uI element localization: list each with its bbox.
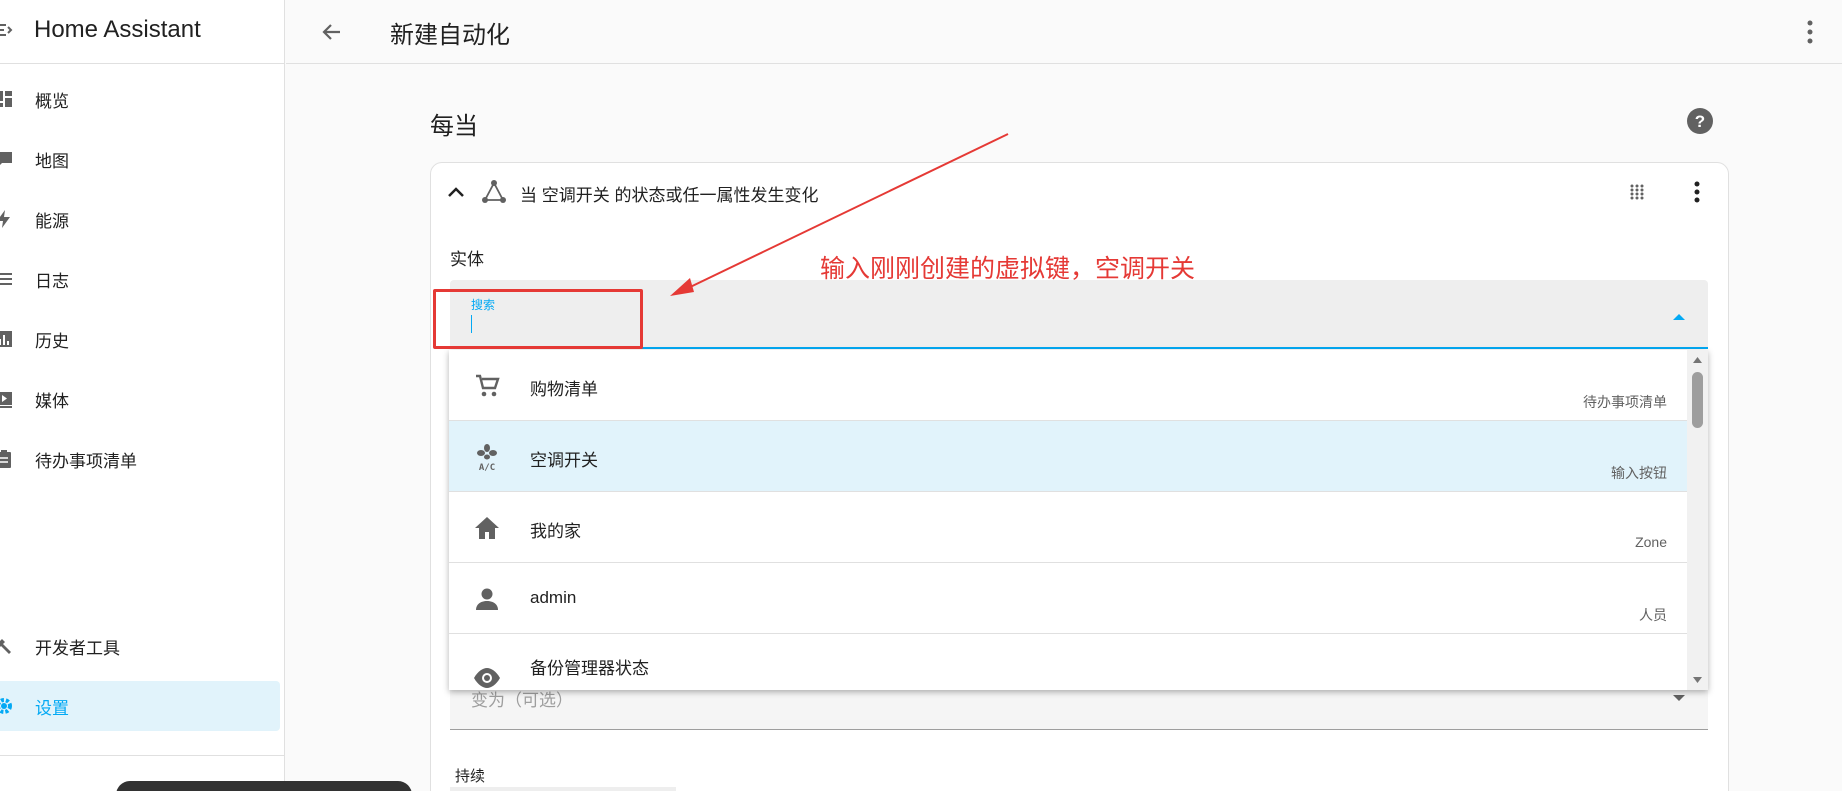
play-box-icon [0,392,12,408]
chevron-up-icon[interactable] [446,184,466,200]
sidebar-item-label: 能源 [35,211,69,231]
sidebar-item-label: 媒体 [35,391,69,411]
sidebar-item-label: 地图 [35,151,69,171]
entity-label: 实体 [450,250,484,269]
sidebar-item-media[interactable]: 媒体 [0,374,280,424]
app-title: Home Assistant [34,16,201,43]
dashboard-icon [0,91,12,107]
home-icon [475,517,499,539]
entity-dropdown-list: 购物清单 待办事项清单 A/C 空调开关 输入按钮 我的家 Zone admin… [449,350,1708,690]
sidebar-item-label: 待办事项清单 [35,451,137,471]
scrollbar-thumb[interactable] [1692,372,1703,428]
map-icon [0,152,12,165]
sidebar-item-history[interactable]: 历史 [0,314,280,364]
page-title: 新建自动化 [390,22,510,49]
sidebar-item-label: 开发者工具 [35,638,120,658]
person-icon [476,588,498,610]
sidebar-item-energy[interactable]: 能源 [0,194,280,244]
sidebar-item-todo[interactable]: 待办事项清单 [0,434,280,484]
sidebar-item-label: 概览 [35,91,69,111]
sidebar-item-label: 日志 [35,271,69,291]
for-label: 持续 [455,768,486,785]
lightning-icon [0,210,10,228]
list-item-name: 购物清单 [530,380,598,399]
gear-icon [0,698,12,714]
drag-handle-icon[interactable] [1628,183,1646,201]
more-vert-icon[interactable] [1692,180,1702,204]
scroll-up-arrow-icon[interactable] [1692,356,1703,364]
list-item-context: 待办事项清单 [1583,394,1667,410]
scroll-down-arrow-icon[interactable] [1692,676,1703,684]
list-item-name: 我的家 [530,522,581,541]
chart-icon [0,331,12,347]
menu-collapse-icon[interactable] [0,20,14,40]
svg-text:?: ? [1695,112,1705,131]
list-item[interactable]: 购物清单 待办事项清单 [449,350,1687,421]
help-icon[interactable]: ? [1686,107,1714,135]
list-item-context: 人员 [1639,607,1667,623]
sidebar-header: Home Assistant [0,0,285,64]
list-item-selected[interactable]: A/C 空调开关 输入按钮 [449,421,1687,492]
sidebar-item-map[interactable]: 地图 [0,134,280,184]
sidebar-divider [0,755,285,756]
back-arrow-icon[interactable] [316,16,348,48]
sidebar-item-developer-tools[interactable]: 开发者工具 [0,621,280,671]
air-conditioner-icon: A/C [477,444,497,471]
more-vert-icon[interactable] [1804,18,1816,46]
annotation-highlight-box [433,289,643,349]
eye-icon [474,668,500,688]
sidebar-item-logbook[interactable]: 日志 [0,254,280,304]
list-icon [0,273,12,285]
list-item[interactable]: admin 人员 [449,563,1687,634]
sidebar-item-label: 设置 [35,698,69,718]
list-item-context: Zone [1635,534,1667,550]
dropdown-arrow-icon[interactable] [1672,694,1686,702]
hammer-icon [0,639,11,654]
list-item-name: 空调开关 [530,451,598,470]
svg-text:A/C: A/C [479,463,495,471]
list-item[interactable]: 备份管理器状态 [449,634,1687,690]
top-bar: 新建自动化 [286,0,1842,64]
sidebar-item-overview[interactable]: 概览 [0,74,280,124]
toast-notification [116,781,412,791]
sidebar: Home Assistant 概览 地图 能源 日志 历史 媒体 待办事项清单 … [0,0,412,791]
list-item-name: 备份管理器状态 [530,659,649,678]
dropdown-arrow-icon[interactable] [1672,313,1686,321]
list-item-context: 输入按钮 [1611,465,1667,481]
state-trigger-icon [482,180,506,203]
for-duration-field[interactable] [450,787,676,791]
clipboard-icon [0,450,11,468]
cart-icon [476,374,500,397]
section-title: 每当 [430,113,478,140]
sidebar-item-label: 历史 [35,331,69,351]
sidebar-item-settings[interactable]: 设置 [0,681,280,731]
annotation-text: 输入刚刚创建的虚拟键，空调开关 [820,255,1196,283]
list-item[interactable]: 我的家 Zone [449,492,1687,563]
list-item-name: admin [530,588,577,607]
